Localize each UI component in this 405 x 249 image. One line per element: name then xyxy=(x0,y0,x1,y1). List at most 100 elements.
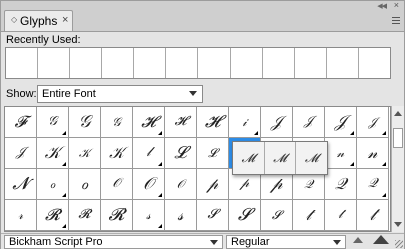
glyph-cell[interactable]: 𝓡 xyxy=(101,200,133,231)
glyph-cell[interactable]: 𝒢 xyxy=(101,107,133,138)
glyph-char: 𝓝 xyxy=(12,174,29,194)
glyph-cell[interactable]: 𝓗 xyxy=(133,107,165,138)
alternate-glyph-cell[interactable]: 𝓜 xyxy=(296,142,327,174)
glyph-cell[interactable]: ℴ xyxy=(37,169,69,200)
glyph-cell[interactable]: 𝓁 xyxy=(133,138,165,169)
glyph-cell[interactable]: 𝒬 xyxy=(325,169,357,200)
recent-glyph-slot[interactable] xyxy=(359,48,390,78)
glyph-cell[interactable]: 𝓈 xyxy=(165,200,197,231)
glyph-cell[interactable]: 𝓡 xyxy=(37,200,69,231)
glyph-cell[interactable]: 𝓛 xyxy=(165,138,197,169)
zoom-in-icon[interactable] xyxy=(373,235,389,244)
alternate-glyph-cell[interactable]: 𝓜 xyxy=(265,142,297,174)
glyph-cell[interactable]: 𝒢 xyxy=(69,107,101,138)
glyph-cell[interactable]: 𝒦 xyxy=(101,138,133,169)
glyph-cell[interactable]: 𝒥 xyxy=(293,107,325,138)
glyph-cell[interactable]: 𝒦 xyxy=(37,138,69,169)
recent-glyph-slot[interactable] xyxy=(38,48,71,78)
glyphs-panel: ◀◀ × ◇ Glyphs × Recently Used: Show: Ent… xyxy=(0,0,405,249)
tab-glyphs[interactable]: ◇ Glyphs × xyxy=(4,10,73,31)
collapse-panel-icon[interactable]: ◀◀ xyxy=(377,2,387,10)
glyph-cell[interactable]: 𝒥 xyxy=(325,107,357,138)
recent-glyph-slot[interactable] xyxy=(295,48,327,78)
glyph-cell[interactable]: ℴ xyxy=(69,169,101,200)
glyph-char: 𝒥 xyxy=(304,114,313,129)
chevron-down-icon xyxy=(333,240,341,245)
recent-glyph-slot[interactable] xyxy=(6,48,39,78)
glyph-grid: 𝓕𝒢𝒢𝒢𝓗𝓗𝓗𝒾𝒥𝒥𝒥𝒥𝒥𝒦𝒦𝒦𝓁𝓛𝓛𝓜𝓜𝓜𝓃𝓃𝓝ℴℴ𝒪𝒪𝒪𝓅𝓅𝓅𝒬𝒬𝒬𝓇𝓡𝓡𝓡… xyxy=(4,106,391,232)
glyph-cell[interactable]: 𝓗 xyxy=(197,107,229,138)
glyph-cell[interactable]: 𝓃 xyxy=(357,138,389,169)
panel-menu-icon[interactable] xyxy=(389,15,401,27)
glyph-cell[interactable]: 𝓉 xyxy=(357,200,389,231)
alternates-indicator-icon xyxy=(158,224,162,228)
glyph-cell[interactable]: 𝒦 xyxy=(69,138,101,169)
alternates-indicator-icon xyxy=(382,193,386,197)
tab-close-icon[interactable]: × xyxy=(62,14,68,26)
glyph-cell[interactable]: 𝒥 xyxy=(261,107,293,138)
recent-glyph-slot[interactable] xyxy=(134,48,167,78)
glyph-cell[interactable]: 𝒥 xyxy=(357,107,389,138)
glyph-cell[interactable]: 𝓡 xyxy=(69,200,101,231)
glyph-char: ℴ xyxy=(80,174,89,193)
alternates-indicator-icon xyxy=(62,131,66,135)
scroll-up-icon[interactable] xyxy=(394,111,402,116)
glyph-cell[interactable]: 𝒪 xyxy=(133,169,165,200)
glyph-cell[interactable]: 𝒥 xyxy=(5,138,37,169)
zoom-out-icon[interactable] xyxy=(353,237,363,243)
glyph-char: 𝓅 xyxy=(206,174,219,193)
font-style-dropdown[interactable]: Regular xyxy=(226,235,346,249)
alternate-glyph-cell[interactable]: 𝓜 xyxy=(233,142,265,174)
glyph-cell[interactable]: 𝒪 xyxy=(101,169,133,200)
glyph-char: 𝓢 xyxy=(207,207,218,222)
alternates-indicator-icon xyxy=(62,162,66,166)
scroll-down-icon[interactable] xyxy=(394,222,402,227)
show-label: Show: xyxy=(6,88,37,100)
resize-grip-icon[interactable] xyxy=(395,240,403,248)
glyph-char: 𝒬 xyxy=(334,174,347,193)
glyph-char: 𝒪 xyxy=(112,176,121,191)
glyph-cell[interactable]: 𝒪 xyxy=(165,169,197,200)
glyph-cell[interactable]: 𝓝 xyxy=(5,169,37,200)
glyph-char: 𝓡 xyxy=(108,205,125,225)
glyph-char: 𝓕 xyxy=(14,112,27,131)
glyph-cell[interactable]: 𝓉 xyxy=(325,200,357,231)
glyph-cell[interactable]: 𝓗 xyxy=(165,107,197,138)
glyph-cell[interactable]: 𝓅 xyxy=(197,169,229,200)
alternates-popup: 𝓜𝓜𝓜 xyxy=(232,141,328,175)
alternates-indicator-icon xyxy=(158,193,162,197)
glyph-cell[interactable]: 𝓢 xyxy=(261,200,293,231)
recent-glyph-slot[interactable] xyxy=(231,48,263,78)
glyph-grid-scrollbar[interactable] xyxy=(391,106,404,232)
glyph-cell[interactable]: 𝒢 xyxy=(37,107,69,138)
glyph-cell[interactable]: 𝓇 xyxy=(5,200,37,231)
glyph-cell[interactable]: 𝓉 xyxy=(293,200,325,231)
recent-glyph-slot[interactable] xyxy=(327,48,359,78)
glyph-cell[interactable]: 𝒾 xyxy=(229,107,261,138)
glyph-cell[interactable]: 𝓃 xyxy=(325,138,357,169)
glyph-char: 𝓛 xyxy=(174,143,187,163)
glyph-char: 𝓇 xyxy=(17,208,23,222)
glyph-char: 𝓛 xyxy=(208,146,217,160)
font-family-dropdown[interactable]: Bickham Script Pro xyxy=(4,235,223,249)
glyph-char: 𝒢 xyxy=(112,115,121,129)
scroll-thumb[interactable] xyxy=(393,128,403,148)
glyph-cell[interactable]: 𝓢 xyxy=(229,200,261,231)
recent-glyph-slot[interactable] xyxy=(198,48,231,78)
glyph-cell[interactable]: 𝓢 xyxy=(197,200,229,231)
glyph-cell[interactable]: 𝒬 xyxy=(357,169,389,200)
glyph-char: 𝓡 xyxy=(78,207,91,222)
alternates-indicator-icon xyxy=(350,131,354,135)
close-panel-icon[interactable]: × xyxy=(394,0,399,10)
glyph-cell[interactable]: 𝓈 xyxy=(133,200,165,231)
tab-row: ◇ Glyphs × xyxy=(1,10,404,32)
recent-glyph-slot[interactable] xyxy=(166,48,199,78)
glyph-char: 𝒢 xyxy=(78,112,91,132)
show-dropdown[interactable]: Entire Font xyxy=(37,85,203,103)
glyph-cell[interactable]: 𝓛 xyxy=(197,138,229,169)
chevron-down-icon xyxy=(210,240,218,245)
recent-glyph-slot[interactable] xyxy=(263,48,295,78)
glyph-cell[interactable]: 𝓕 xyxy=(5,107,37,138)
recent-glyph-slot[interactable] xyxy=(70,48,103,78)
recent-glyph-slot[interactable] xyxy=(102,48,135,78)
